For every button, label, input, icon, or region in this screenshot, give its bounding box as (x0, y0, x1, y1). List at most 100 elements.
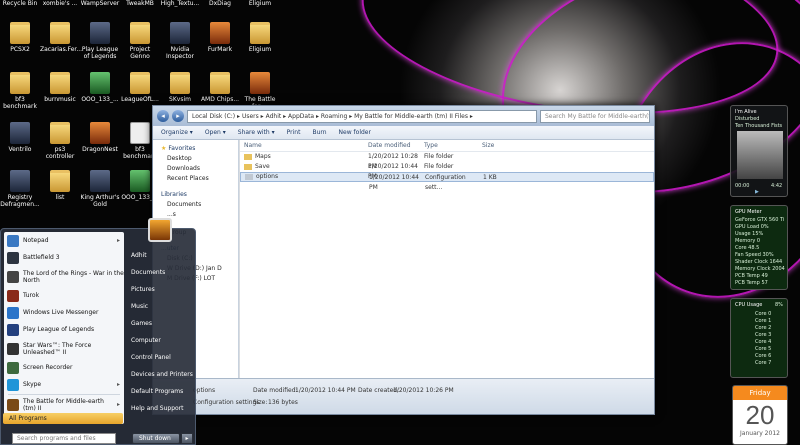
desktop-icon-label[interactable]: xombie's ... (40, 0, 80, 7)
all-programs-button[interactable]: All Programs (3, 413, 123, 424)
shutdown-button[interactable]: Shut down (132, 433, 180, 444)
search-input[interactable]: Search My Battle for Middle-earth(tm)... (540, 109, 650, 123)
pinned-program[interactable]: The Lord of the Rings - War in the North (4, 266, 124, 287)
pinned-program[interactable]: Turok (4, 287, 124, 304)
desktop-icon-label[interactable]: DxDiag (200, 0, 240, 7)
column-date[interactable]: Date modified (368, 140, 424, 151)
desktop-icon[interactable]: PCSX2 (0, 22, 40, 53)
column-type[interactable]: Type (424, 140, 482, 151)
desktop-icon[interactable]: Nvidia Inspector (160, 22, 200, 60)
desktop-icon-label[interactable]: WampServer (80, 0, 120, 7)
music-gadget[interactable]: I'm Alive Disturbed Ten Thousand Fists 0… (730, 105, 788, 197)
start-place-item[interactable]: Adhit (127, 247, 193, 264)
submenu-arrow-icon: ▸ (116, 381, 120, 388)
print-button[interactable]: Print (287, 129, 301, 136)
desktop-icon[interactable]: ps3 controller (40, 122, 80, 160)
file-size: 1 KB (483, 174, 497, 181)
organize-button[interactable]: Organize ▾ (161, 129, 193, 136)
open-button[interactable]: Open ▾ (205, 129, 226, 136)
nav-libraries[interactable]: Libraries (153, 190, 238, 200)
start-place-item[interactable]: Devices and Printers (127, 366, 193, 383)
shortcut-icon (130, 170, 150, 192)
pinned-program[interactable]: Windows Live Messenger (4, 304, 124, 321)
cpu-usage-gadget: CPU Usage 8% Core 0 Core 1 Core 2 Core 3 Cor… (730, 298, 788, 378)
user-picture[interactable] (148, 218, 172, 242)
desktop-icon[interactable]: FurMark (200, 22, 240, 53)
forward-button[interactable]: ▸ (172, 110, 184, 122)
desktop-icon[interactable]: OOO_133_... (80, 72, 120, 103)
desktop-icon[interactable]: AMD Chips... (200, 72, 240, 103)
desktop-icon-label[interactable]: High_Textu... (160, 0, 200, 7)
start-place-item[interactable]: Computer (127, 332, 193, 349)
pinned-program[interactable]: Star Wars™: The Force Unleashed™ II (4, 338, 124, 359)
column-size[interactable]: Size (482, 140, 522, 151)
column-name[interactable]: Name (240, 140, 368, 151)
program-label: Windows Live Messenger (23, 309, 99, 316)
burn-button[interactable]: Burn (312, 129, 326, 136)
start-place-item[interactable]: Pictures (127, 281, 193, 298)
desktop-icon-label: bf3 benchmark (3, 96, 37, 110)
desktop-icon[interactable]: Ventrilo (0, 122, 40, 153)
start-place-item[interactable]: Documents (127, 264, 193, 281)
nav-recent-places[interactable]: Recent Places (153, 174, 238, 184)
nav-downloads[interactable]: Downloads (153, 164, 238, 174)
desktop-icon[interactable]: Zacarias.Fer... (40, 22, 83, 53)
start-place-item[interactable]: Help and Support (127, 400, 193, 417)
program-icon (7, 289, 19, 302)
calendar-weekday: Friday (749, 389, 771, 397)
shutdown-options-button[interactable]: ▸ (181, 433, 193, 444)
desktop-icon[interactable]: list (40, 170, 80, 201)
shortcut-icon (130, 22, 150, 44)
calendar-gadget[interactable]: Friday 20 January 2012 (732, 385, 788, 445)
file-name: options (256, 173, 279, 180)
desktop-icon[interactable]: burnmusic (40, 72, 80, 103)
desktop-icon-label[interactable]: TweakMB (120, 0, 160, 7)
star-icon: ★ (161, 145, 167, 152)
new-folder-button[interactable]: New folder (339, 129, 371, 136)
address-bar[interactable]: Local Disk (C:) ▸ Users ▸ Adhit ▸ AppDat… (187, 109, 537, 123)
file-row[interactable]: Save 1/20/2012 10:44 PM File folder (240, 162, 654, 180)
start-place-item[interactable]: Music (127, 298, 193, 315)
start-place-item[interactable]: Games (127, 315, 193, 332)
nav-documents[interactable]: Documents (153, 200, 238, 210)
desktop-icon[interactable]: Eligium (240, 22, 280, 53)
share-with-button[interactable]: Share with ▾ (238, 129, 275, 136)
file-row[interactable]: Maps 1/20/2012 10:28 PM File folder (240, 152, 654, 170)
desktop-icon[interactable]: Registry Defragmen... (0, 170, 40, 208)
pinned-program[interactable]: Play League of Legends (4, 321, 124, 338)
desktop-icon[interactable]: King Arthur's Gold (80, 170, 120, 208)
pinned-program[interactable]: Skype ▸ (4, 376, 124, 393)
desktop-icon[interactable]: Project Genno (120, 22, 160, 60)
pinned-program[interactable]: Screen Recorder (4, 359, 124, 376)
start-place-item[interactable]: Control Panel (127, 349, 193, 366)
desktop-icon-label: list (55, 194, 65, 201)
pinned-program[interactable]: The Battle for Middle-earth (tm) II ▸ (4, 396, 124, 413)
gpu-meter-title: GPU Meter (735, 209, 762, 215)
play-icon[interactable]: ▶ (755, 189, 759, 195)
track-album: Ten Thousand Fists (735, 123, 783, 129)
nav-favorites[interactable]: ★ Favorites (153, 144, 238, 154)
desktop-icon[interactable]: Play League of Legends (80, 22, 120, 60)
file-row[interactable]: options 1/20/2012 10:44 PM Configuration s… (240, 172, 654, 191)
start-place-item[interactable]: Default Programs (127, 383, 193, 400)
shortcut-icon (250, 72, 270, 94)
shortcut-icon (10, 170, 30, 192)
desktop-icon-label[interactable]: Recycle Bin (0, 0, 40, 7)
back-button[interactable]: ◂ (157, 110, 169, 122)
desktop-icon[interactable]: bf3 benchmark (0, 72, 40, 110)
desktop-icon[interactable]: SKvsim (160, 72, 200, 103)
pinned-program[interactable]: Notepad ▸ (4, 232, 124, 249)
desktop-icon[interactable]: LeagueOfL... (120, 72, 160, 103)
album-art (737, 131, 783, 179)
nav-desktop[interactable]: Desktop (153, 154, 238, 164)
start-search-input[interactable]: Search programs and files (12, 433, 116, 444)
desktop-icon-label: Registry Defragmen... (0, 194, 40, 208)
desktop-icon-label: Zacarias.Fer... (40, 46, 83, 53)
gpu-stat-line: Memory Clock 2004 (735, 266, 785, 272)
details-size-label: Size: (253, 399, 268, 406)
desktop-icon-label: King Arthur's Gold (80, 194, 120, 208)
pinned-program[interactable]: Battlefield 3 (4, 249, 124, 266)
program-label: Turok (23, 292, 40, 299)
desktop-icon-label[interactable]: Eligium (240, 0, 280, 7)
desktop-icon[interactable]: DragonNest (80, 122, 120, 153)
